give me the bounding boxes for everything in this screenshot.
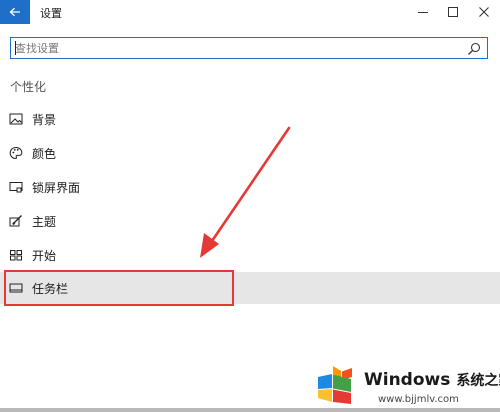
search-box[interactable] [10,37,488,59]
nav-item-label: 开始 [32,248,57,263]
watermark: Windows系统之家 www.bjjmlv.com [312,362,500,412]
minimize-button[interactable] [408,0,438,24]
back-button[interactable] [0,0,30,24]
arrow-left-icon [9,7,20,17]
maximize-icon [448,7,458,17]
nav-item-label: 主题 [32,214,57,229]
search-input[interactable] [15,40,455,56]
nav-item-label: 背景 [32,112,57,127]
nav-item-label: 锁屏界面 [32,180,81,195]
maximize-button[interactable] [438,0,468,24]
start-grid-icon [10,250,22,261]
palette-icon [9,146,23,160]
lock-screen-icon [9,182,23,193]
window-title: 设置 [40,7,62,20]
nav-item-themes[interactable]: 主题 [0,205,500,237]
minimize-icon [418,12,428,13]
nav-item-lock-screen[interactable]: 锁屏界面 [0,171,500,203]
nav-item-background[interactable]: 背景 [0,103,500,135]
theme-brush-icon [9,215,22,227]
bottom-border [0,408,500,412]
annotation-highlight-box [4,270,234,306]
picture-icon [9,113,23,125]
watermark-brand: Windows系统之家 [364,370,500,390]
nav-item-start[interactable]: 开始 [0,239,500,271]
watermark-url: www.bjjmlv.com [378,394,459,405]
close-icon [479,7,489,17]
search-icon[interactable] [467,42,481,56]
section-title: 个性化 [10,80,47,94]
text-caret [15,41,16,55]
close-button[interactable] [469,0,499,24]
nav-item-colors[interactable]: 颜色 [0,137,500,169]
title-bar: 设置 [0,0,500,24]
nav-item-label: 颜色 [32,146,57,161]
settings-window: 设置 个性化 背景 [0,0,500,412]
windows-logo-icon [318,366,352,404]
